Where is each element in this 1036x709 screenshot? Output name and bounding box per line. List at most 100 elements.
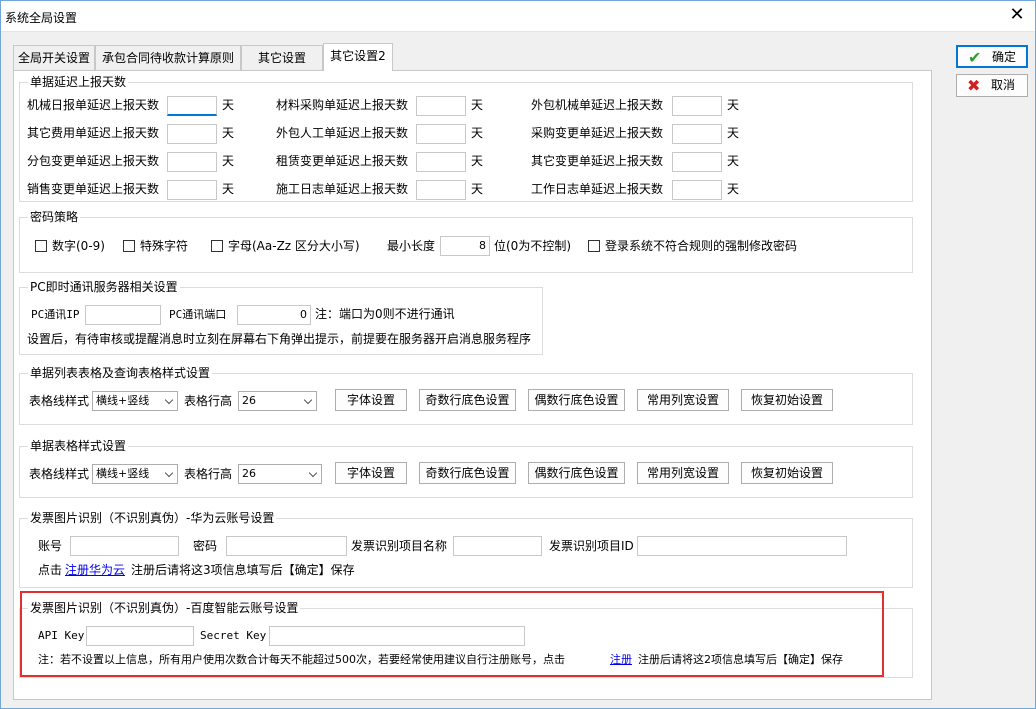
group-title: 单据列表表格及查询表格样式设置 xyxy=(28,366,213,380)
font-settings-button[interactable]: 字体设置 xyxy=(335,462,407,484)
even-row-color-button[interactable]: 偶数行底色设置 xyxy=(528,389,625,411)
line-style-value: 横线+竖线 xyxy=(96,467,150,480)
tab-contract-receivable[interactable]: 承包合同待收款计算原则 xyxy=(95,45,241,71)
title-bar: 系统全局设置 ✕ xyxy=(1,1,1035,32)
group-title: 发票图片识别（不识别真伪）-华为云账号设置 xyxy=(28,511,277,525)
special-chars-checkbox[interactable] xyxy=(123,240,135,252)
huawei-register-note: 注册后请将这3项信息填写后【确定】保存 xyxy=(131,563,355,577)
digits-label: 数字(0-9) xyxy=(52,239,105,253)
group-title: 单据表格样式设置 xyxy=(28,439,129,453)
delay-label: 分包变更单延迟上报天数 xyxy=(27,154,160,168)
window-title: 系统全局设置 xyxy=(5,11,78,25)
delay-label: 销售变更单延迟上报天数 xyxy=(27,182,160,196)
huawei-password-label: 密码 xyxy=(193,539,218,553)
odd-row-color-button[interactable]: 奇数行底色设置 xyxy=(419,462,516,484)
even-row-color-button[interactable]: 偶数行底色设置 xyxy=(528,462,625,484)
x-icon: ✖ xyxy=(967,76,981,95)
pc-port-input[interactable]: 0 xyxy=(237,305,311,325)
baidu-note-prefix: 注：若不设置以上信息，所有用户使用次数合计每天不能超过500次，若要经常使用建议… xyxy=(38,653,565,666)
special-chars-label: 特殊字符 xyxy=(140,239,189,253)
unit-label: 天 xyxy=(222,182,235,196)
baidu-register-note: 注册后请将这2项信息填写后【确定】保存 xyxy=(638,653,843,666)
digits-checkbox[interactable] xyxy=(35,240,47,252)
close-icon[interactable]: ✕ xyxy=(1005,5,1029,27)
reset-defaults-button[interactable]: 恢复初始设置 xyxy=(741,462,833,484)
delay-label: 外包人工单延迟上报天数 xyxy=(276,126,409,140)
delay-label: 施工日志单延迟上报天数 xyxy=(276,182,409,196)
delay-input[interactable] xyxy=(672,152,722,172)
odd-row-color-button[interactable]: 奇数行底色设置 xyxy=(419,389,516,411)
unit-label: 天 xyxy=(727,182,740,196)
baidu-api-key-label: API Key xyxy=(38,629,85,642)
huawei-project-id-label: 发票识别项目ID xyxy=(549,539,634,553)
font-settings-button[interactable]: 字体设置 xyxy=(335,389,407,411)
min-length-input[interactable]: 8 xyxy=(440,236,490,256)
huawei-project-id-input[interactable] xyxy=(637,536,847,556)
huawei-password-input[interactable] xyxy=(226,536,347,556)
unit-label: 天 xyxy=(471,98,484,112)
row-height-value: 26 xyxy=(242,467,256,480)
huawei-project-name-label: 发票识别项目名称 xyxy=(351,539,448,553)
delay-input[interactable] xyxy=(167,124,217,144)
delay-input[interactable] xyxy=(416,96,466,116)
huawei-project-name-input[interactable] xyxy=(453,536,542,556)
min-length-suffix: 位(0为不控制) xyxy=(494,239,571,253)
delay-label: 材料采购单延迟上报天数 xyxy=(276,98,409,112)
force-change-label: 登录系统不符合规则的强制修改密码 xyxy=(605,239,798,253)
delay-input[interactable] xyxy=(416,152,466,172)
line-style-select[interactable]: 横线+竖线 xyxy=(92,464,178,484)
tab-other-settings-2[interactable]: 其它设置2 xyxy=(323,43,393,71)
check-icon: ✔ xyxy=(968,48,982,67)
group-title: 发票图片识别（不识别真伪）-百度智能云账号设置 xyxy=(28,601,301,615)
unit-label: 天 xyxy=(222,126,235,140)
min-length-label: 最小长度 xyxy=(387,239,436,253)
column-width-button[interactable]: 常用列宽设置 xyxy=(637,389,729,411)
pc-ip-label: PC通讯IP xyxy=(31,308,80,321)
delay-label: 机械日报单延迟上报天数 xyxy=(27,98,160,112)
force-change-checkbox[interactable] xyxy=(588,240,600,252)
chevron-down-icon xyxy=(303,395,313,405)
row-height-label: 表格行高 xyxy=(184,467,233,481)
row-height-select[interactable]: 26 xyxy=(238,391,317,411)
pc-ip-input[interactable] xyxy=(85,305,161,325)
huawei-register-link[interactable]: 注册华为云 xyxy=(65,563,125,577)
row-height-label: 表格行高 xyxy=(184,394,233,408)
delay-input[interactable] xyxy=(672,96,722,116)
chevron-down-icon xyxy=(164,468,174,478)
reset-defaults-button[interactable]: 恢复初始设置 xyxy=(741,389,833,411)
tab-other-settings[interactable]: 其它设置 xyxy=(241,45,323,71)
delay-label: 其它费用单延迟上报天数 xyxy=(27,126,160,140)
baidu-register-link[interactable]: 注册 xyxy=(610,653,632,667)
chevron-down-icon xyxy=(308,468,318,478)
row-height-select[interactable]: 26 xyxy=(238,464,322,484)
huawei-click-prefix: 点击 xyxy=(38,563,63,577)
baidu-secret-key-input[interactable] xyxy=(269,626,525,646)
delay-input[interactable] xyxy=(672,124,722,144)
ok-button[interactable]: ✔ 确定 xyxy=(956,45,1028,68)
delay-input[interactable] xyxy=(416,124,466,144)
delay-input[interactable] xyxy=(167,152,217,172)
group-title: 密码策略 xyxy=(28,210,81,224)
settings-window: 系统全局设置 ✕ 全局开关设置 承包合同待收款计算原则 其它设置 其它设置2 ✔… xyxy=(0,0,1036,709)
cancel-button[interactable]: ✖ 取消 xyxy=(956,74,1028,97)
pc-port-note: 注：端口为0则不进行通讯 xyxy=(315,307,455,321)
letters-checkbox[interactable] xyxy=(211,240,223,252)
delay-input[interactable] xyxy=(167,180,217,200)
unit-label: 天 xyxy=(222,98,235,112)
delay-label: 其它变更单延迟上报天数 xyxy=(531,154,664,168)
huawei-account-input[interactable] xyxy=(70,536,179,556)
unit-label: 天 xyxy=(471,126,484,140)
unit-label: 天 xyxy=(727,126,740,140)
delay-label: 租赁变更单延迟上报天数 xyxy=(276,154,409,168)
delay-input[interactable] xyxy=(672,180,722,200)
tab-global-switches[interactable]: 全局开关设置 xyxy=(13,45,95,71)
delay-input[interactable] xyxy=(167,96,217,116)
unit-label: 天 xyxy=(471,154,484,168)
unit-label: 天 xyxy=(727,98,740,112)
baidu-api-key-input[interactable] xyxy=(86,626,194,646)
delay-input[interactable] xyxy=(416,180,466,200)
line-style-label: 表格线样式 xyxy=(29,467,90,481)
column-width-button[interactable]: 常用列宽设置 xyxy=(637,462,729,484)
line-style-select[interactable]: 横线+竖线 xyxy=(92,391,178,411)
delay-label: 工作日志单延迟上报天数 xyxy=(531,182,664,196)
